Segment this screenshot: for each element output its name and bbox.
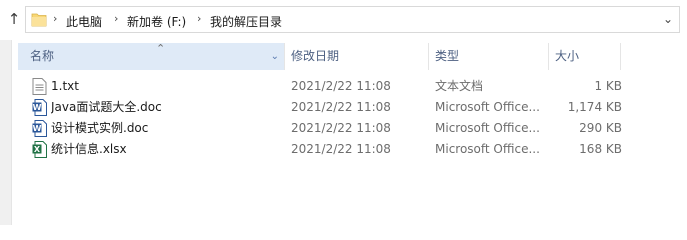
column-header-size[interactable]: 大小 (549, 43, 621, 70)
file-size: 1 KB (594, 79, 622, 93)
file-type: Microsoft Office... (435, 121, 540, 135)
file-type: Microsoft Office... (435, 142, 540, 156)
svg-text:W: W (33, 103, 42, 112)
file-row[interactable]: W Java面试题大全.doc 2021/2/22 11:08 Microsof… (12, 97, 687, 118)
up-arrow-button[interactable]: ↑ (3, 8, 25, 30)
file-modified: 2021/2/22 11:08 (291, 100, 391, 114)
file-modified: 2021/2/22 11:08 (291, 79, 391, 93)
breadcrumb-current-folder[interactable]: 我的解压目录 (210, 13, 282, 30)
excel-file-icon: X (32, 141, 47, 158)
file-type: Microsoft Office... (435, 100, 540, 114)
file-name: Java面试题大全.doc (51, 100, 162, 114)
file-name: 设计模式实例.doc (51, 121, 149, 135)
file-row[interactable]: W 设计模式实例.doc 2021/2/22 11:08 Microsoft O… (12, 118, 687, 139)
txt-file-icon (32, 78, 47, 95)
column-filter-chevron-icon[interactable]: ⌄ (271, 43, 279, 70)
folder-icon (31, 11, 47, 31)
file-list-pane: ⌃ 名称 ⌄ 修改日期 类型 大小 1.txt 2021/2/22 11:08 … (0, 40, 687, 225)
file-row[interactable]: X 统计信息.xlsx 2021/2/22 11:08 Microsoft Of… (12, 139, 687, 160)
address-bar: ↑ › 此电脑 › 新加卷 (F:) › 我的解压目录 ⌄ (0, 0, 687, 40)
navigation-pane-edge (0, 40, 12, 225)
column-header-modified[interactable]: 修改日期 (285, 43, 429, 70)
file-type: 文本文档 (435, 79, 484, 93)
column-header-row: ⌃ 名称 ⌄ 修改日期 类型 大小 (12, 42, 687, 70)
word-file-icon: W (32, 99, 47, 116)
chevron-down-icon[interactable]: ⌄ (663, 12, 673, 26)
file-name: 1.txt (51, 79, 79, 93)
file-row[interactable]: 1.txt 2021/2/22 11:08 文本文档 1 KB (12, 76, 687, 97)
file-size: 1,174 KB (567, 100, 622, 114)
file-size: 168 KB (579, 142, 622, 156)
file-size: 290 KB (579, 121, 622, 135)
breadcrumb-separator-icon[interactable]: › (114, 12, 118, 25)
sort-ascending-icon: ⌃ (156, 42, 166, 55)
address-box[interactable]: › 此电脑 › 新加卷 (F:) › 我的解压目录 ⌄ (25, 6, 680, 33)
breadcrumb-this-pc[interactable]: 此电脑 (66, 13, 102, 30)
breadcrumb-separator-icon[interactable]: › (53, 12, 57, 25)
file-modified: 2021/2/22 11:08 (291, 142, 391, 156)
up-arrow-icon: ↑ (7, 10, 21, 28)
column-header-size-label: 大小 (555, 49, 580, 63)
breadcrumb-drive-f[interactable]: 新加卷 (F:) (127, 13, 186, 30)
word-file-icon: W (32, 120, 47, 137)
column-header-type[interactable]: 类型 (429, 43, 549, 70)
breadcrumb-separator-icon[interactable]: › (197, 12, 201, 25)
column-header-type-label: 类型 (435, 49, 460, 63)
file-modified: 2021/2/22 11:08 (291, 121, 391, 135)
column-header-modified-label: 修改日期 (291, 49, 340, 63)
column-header-name-label: 名称 (30, 49, 55, 63)
svg-text:W: W (33, 124, 42, 133)
svg-text:X: X (34, 145, 41, 154)
column-header-name[interactable]: ⌃ 名称 ⌄ (18, 42, 285, 70)
file-name: 统计信息.xlsx (51, 142, 127, 156)
